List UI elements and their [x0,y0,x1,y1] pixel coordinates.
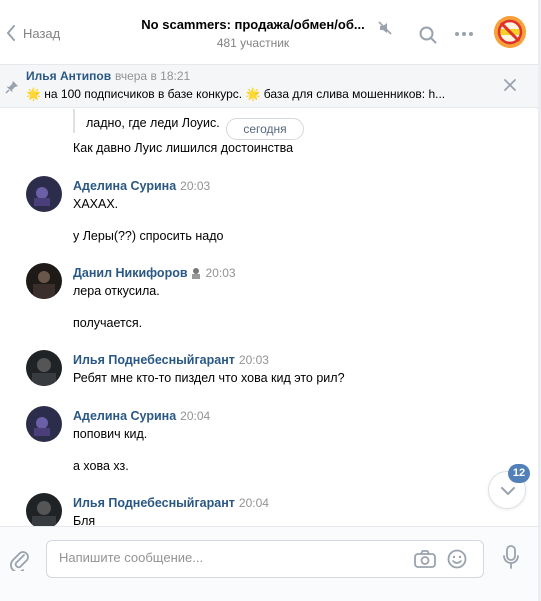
members-count[interactable]: 481 участник [138,36,368,50]
quote-bar [73,109,75,133]
chat-header: Назад No scammers: продажа/обмен/об... 4… [0,0,538,65]
message-time: 20:04 [180,409,211,423]
pinned-message[interactable]: Илья Антипов вчера в 18:21 🌟 на 100 подп… [0,65,538,108]
message-text: а хова хз. [73,459,129,473]
message-text: лера откусила. [73,284,160,298]
message-author[interactable]: Аделина Сурина 20:03 [73,179,210,193]
message-text: Ребят мне кто-то пиздел что хова кид это… [73,371,345,385]
avatar[interactable] [26,350,62,386]
avatar[interactable] [26,406,62,442]
back-arrow-icon [6,25,15,41]
avatar[interactable] [26,263,62,299]
pinned-time: вчера в 18:21 [115,69,191,83]
message-author[interactable]: Илья Поднебесныйгарант 20:04 [73,496,269,510]
chat-title[interactable]: No scammers: продажа/обмен/об... [138,17,368,32]
microphone-icon[interactable] [503,545,519,569]
message-time: 20:03 [238,353,269,367]
date-divider: сегодня [226,118,304,140]
paperclip-icon[interactable] [10,549,30,571]
message-history[interactable]: ладно, где леди Лоуис. сегодня Как давно… [0,109,538,526]
message-text: Бля [73,514,96,526]
message-time: 20:04 [238,496,269,510]
message-text: попович кид. [73,427,148,441]
avatar[interactable] [26,493,62,526]
pinned-text: 🌟 на 100 подписчиков в базе конкурс. 🌟 б… [26,87,446,101]
more-icon[interactable] [454,31,474,37]
composer [0,526,538,601]
close-icon[interactable] [504,79,516,91]
message-author[interactable]: Аделина Сурина 20:04 [73,409,210,423]
camera-icon[interactable] [414,550,436,568]
pin-icon [5,81,18,94]
message-text: Как давно Луис лишился достоинства [73,141,294,155]
message-time: 20:03 [205,266,236,280]
message-text: ХАХАХ. [73,197,119,211]
message-input-box[interactable] [46,540,484,578]
avatar[interactable] [26,176,62,212]
message-author[interactable]: Данил Никифоров 20:03 [73,266,236,280]
message-time: 20:03 [180,179,211,193]
search-icon[interactable] [419,26,437,44]
person-emoji-icon [191,268,200,279]
unread-badge[interactable]: 12 [508,464,530,483]
back-label: Назад [23,25,61,41]
mute-icon[interactable] [377,20,393,36]
quoted-message: ладно, где леди Лоуис. [86,116,220,130]
message-author[interactable]: Илья Поднебесныйгарант 20:03 [73,353,269,367]
pinned-author[interactable]: Илья Антипов [26,69,111,83]
message-text: у Леры(??) спросить надо [73,229,224,243]
chevron-down-icon [501,487,515,495]
message-text: получается. [73,316,143,330]
chat-avatar[interactable] [494,16,526,48]
chat-window: Назад No scammers: продажа/обмен/об... 4… [0,0,538,601]
smile-icon[interactable] [447,549,467,569]
message-input[interactable] [59,550,399,565]
back-button[interactable]: Назад [6,22,60,44]
